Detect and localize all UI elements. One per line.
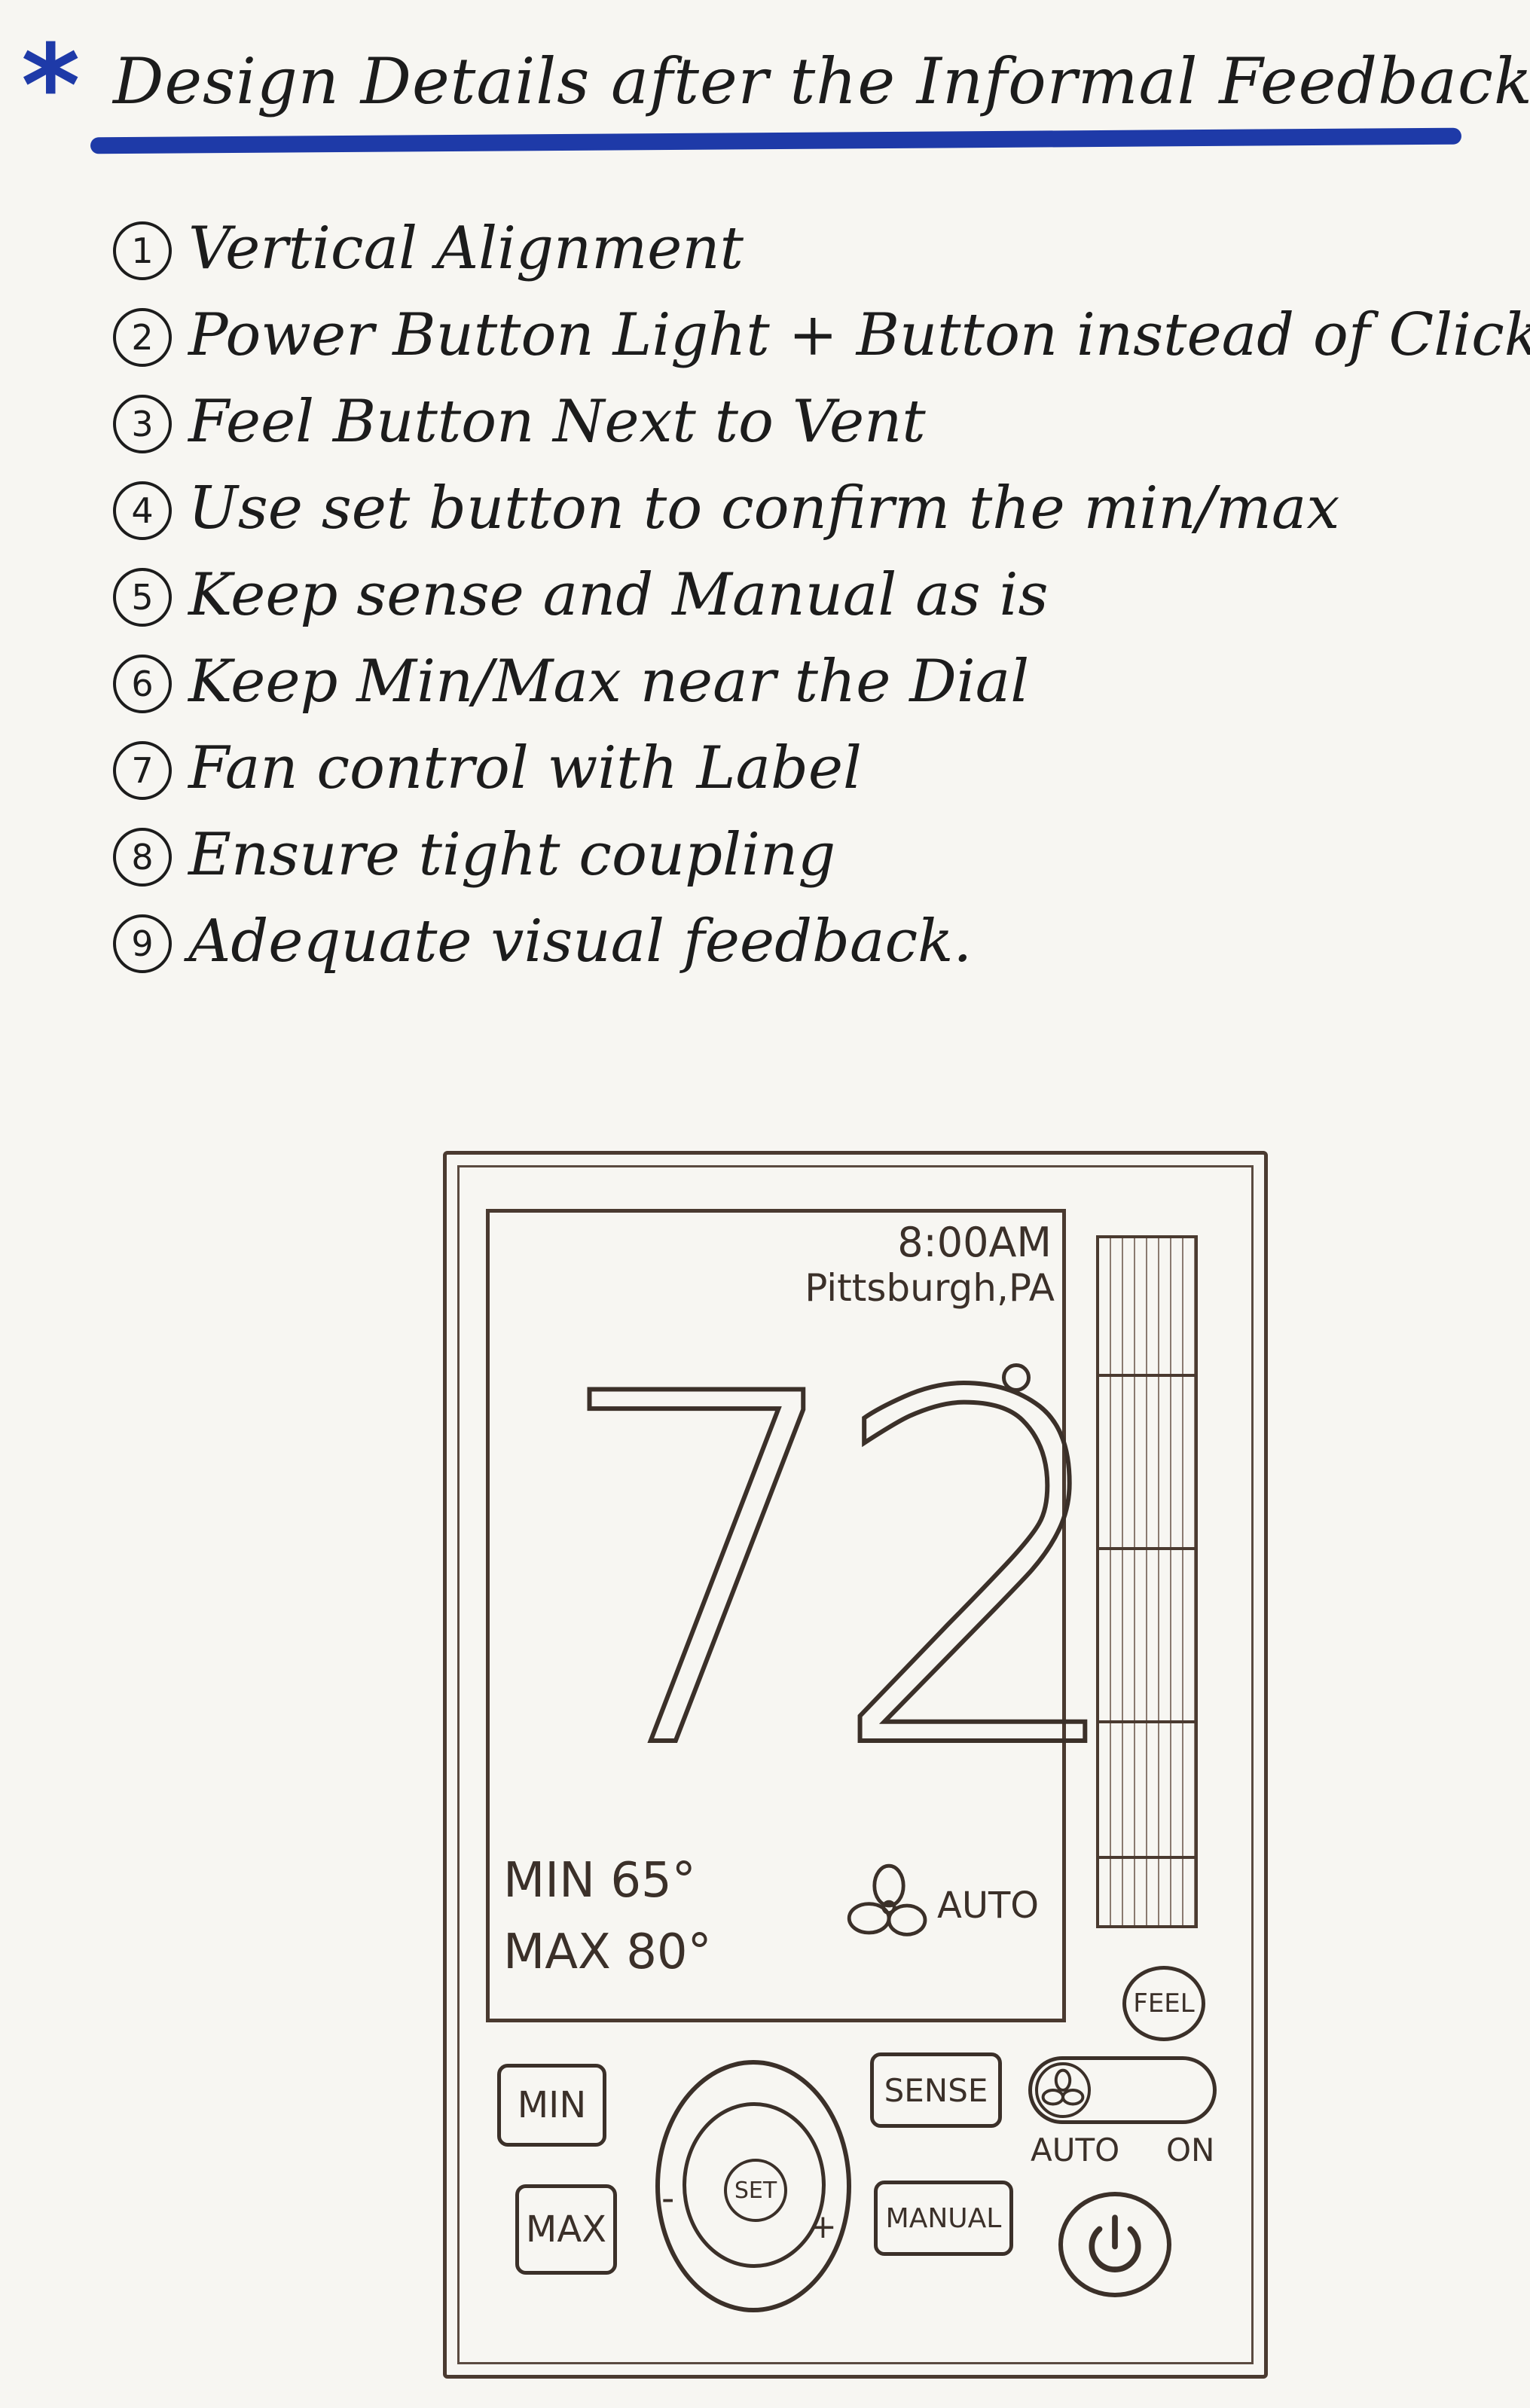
vent-divider xyxy=(1099,1856,1195,1859)
fan-status: AUTO xyxy=(844,1860,1039,1951)
vent-divider xyxy=(1099,1720,1195,1723)
fan-toggle[interactable] xyxy=(1028,2056,1217,2124)
max-temp-label: MAX 80° xyxy=(503,1924,712,1980)
item-number: 1 xyxy=(113,221,172,280)
list-item: 4 Use set button to confirm the min/max xyxy=(113,471,1499,557)
power-icon xyxy=(1089,2214,1141,2272)
design-details-list: 1 Vertical Alignment 2 Power Button Light … xyxy=(113,211,1530,990)
item-number: 4 xyxy=(113,481,172,540)
item-text: Fan control with Label xyxy=(188,734,862,802)
list-item: 3 Feel Button Next to Vent xyxy=(113,384,1499,471)
vent-light-bar xyxy=(1096,1235,1198,1928)
fan-toggle-auto-label: AUTO xyxy=(1031,2132,1120,2168)
item-text: Feel Button Next to Vent xyxy=(188,388,926,456)
fan-mode-label: AUTO xyxy=(937,1885,1040,1927)
item-number: 8 xyxy=(113,828,172,887)
list-item: 6 Keep Min/Max near the Dial xyxy=(113,644,1499,731)
item-text: Keep Min/Max near the Dial xyxy=(188,648,1030,716)
asterisk-icon: * xyxy=(21,21,81,152)
power-button[interactable] xyxy=(1058,2192,1171,2297)
list-item: 2 Power Button Light + Button instead of … xyxy=(113,298,1530,384)
item-text: Use set button to confirm the min/max xyxy=(188,475,1340,542)
list-item: 5 Keep sense and Manual as is xyxy=(113,557,1499,644)
set-button[interactable]: SET xyxy=(724,2159,787,2222)
min-max-readout: MIN 65° MAX 80° xyxy=(503,1845,712,1988)
dial-plus-label: + xyxy=(809,2208,837,2246)
item-text: Vertical Alignment xyxy=(188,215,744,282)
clock-time: 8:00AM xyxy=(897,1219,1052,1266)
vent-divider xyxy=(1099,1374,1195,1377)
fan-toggle-knob[interactable] xyxy=(1035,2062,1091,2118)
thermostat-screen: 8:00AM Pittsburgh,PA 72 MIN 65° MAX 80° … xyxy=(486,1209,1135,2022)
fan-icon xyxy=(847,1863,927,1936)
fan-icon xyxy=(1041,2068,1085,2106)
page-title: Design Details after the Informal Feedba… xyxy=(113,44,1530,118)
vent-divider xyxy=(1099,1547,1195,1550)
min-temp-label: MIN 65° xyxy=(503,1853,696,1909)
item-number: 7 xyxy=(113,741,172,800)
sense-button[interactable]: SENSE xyxy=(870,2052,1002,2128)
title-underline xyxy=(90,127,1462,154)
list-item: 7 Fan control with Label xyxy=(113,731,1499,817)
item-text: Power Button Light + Button instead of C… xyxy=(188,301,1530,369)
temperature-dial[interactable]: - SET + xyxy=(655,2060,851,2312)
current-temperature: 72 xyxy=(548,1293,1135,1854)
item-text: Keep sense and Manual as is xyxy=(188,561,1049,629)
feel-button[interactable]: FEEL xyxy=(1122,1966,1205,2041)
fan-toggle-on-label: ON xyxy=(1166,2132,1215,2168)
item-number: 9 xyxy=(113,914,172,973)
min-button[interactable]: MIN xyxy=(497,2064,606,2147)
item-text: Adequate visual feedback. xyxy=(188,908,973,975)
item-text: Ensure tight coupling xyxy=(188,821,836,889)
list-item: 1 Vertical Alignment xyxy=(113,211,1499,298)
list-item: 9 Adequate visual feedback. xyxy=(113,904,1499,990)
list-item: 8 Ensure tight coupling xyxy=(113,817,1499,904)
item-number: 6 xyxy=(113,655,172,713)
manual-button[interactable]: MANUAL xyxy=(874,2181,1013,2256)
degree-symbol xyxy=(1002,1363,1031,1392)
item-number: 2 xyxy=(113,308,172,367)
dial-minus-label: - xyxy=(661,2178,675,2220)
max-button[interactable]: MAX xyxy=(515,2184,617,2275)
item-number: 3 xyxy=(113,395,172,453)
item-number: 5 xyxy=(113,568,172,627)
